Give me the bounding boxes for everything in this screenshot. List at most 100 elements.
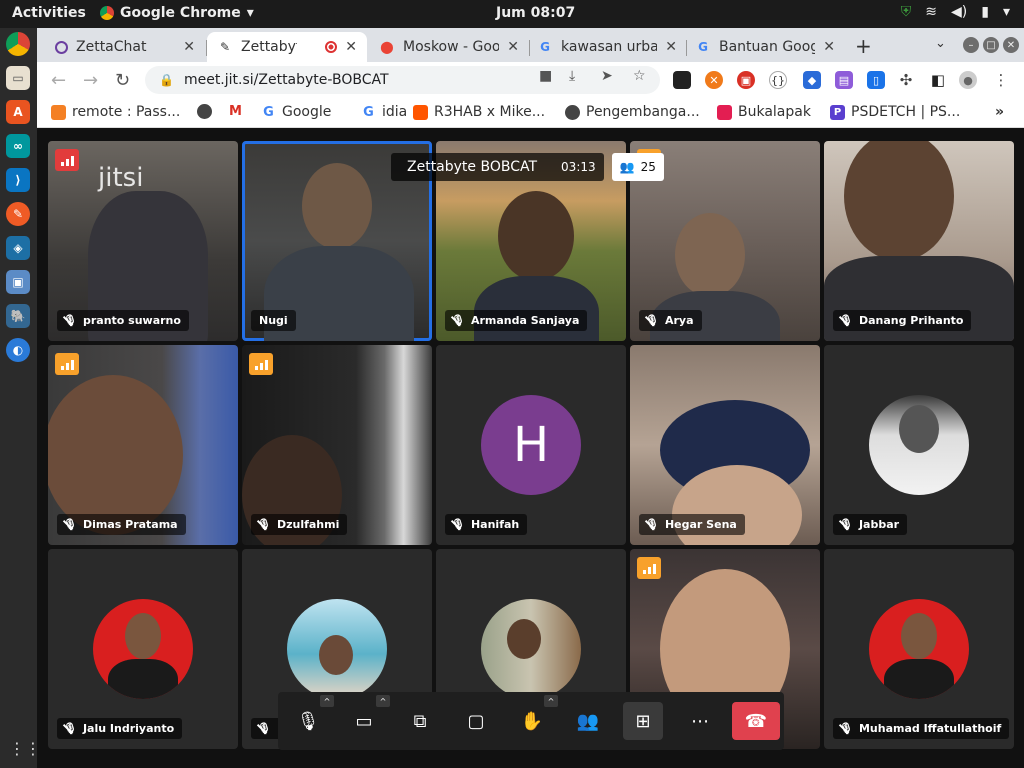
bookmark-item[interactable]: M <box>228 104 243 119</box>
tab-title: kawasan urban <box>561 39 657 55</box>
extension-docs-icon[interactable]: ▯ <box>867 71 885 89</box>
clock[interactable]: Jum 08:07 <box>496 5 575 21</box>
extension-black-icon[interactable] <box>673 71 691 89</box>
participant-tile[interactable]: jitsi 🎙 pranto suwarno <box>48 141 238 341</box>
lock-icon[interactable]: 🔒 <box>159 73 174 87</box>
more-options-icon[interactable]: ⋯ <box>680 702 720 740</box>
profile-avatar-icon[interactable]: ● <box>959 71 977 89</box>
tile-view-icon[interactable]: ⊞ <box>623 702 663 740</box>
mic-muted-icon: 🎙 <box>257 518 271 531</box>
extension-orange-icon[interactable]: ✕ <box>705 71 723 89</box>
chevron-down-icon[interactable]: ⌄ <box>935 36 946 51</box>
participant-name: Dzulfahmi <box>276 518 340 531</box>
bookmarks-overflow-button[interactable]: » <box>995 104 1004 120</box>
star-icon[interactable]: ☆ <box>633 68 646 84</box>
wifi-icon[interactable]: ≋ <box>925 4 937 20</box>
tab-kawasan-urban[interactable]: G kawasan urban ✕ <box>527 32 687 62</box>
system-tray[interactable]: ⛨ ≋ ◀) ▮ ▾ <box>901 4 1010 20</box>
vscode-launcher-icon[interactable]: ⟩ <box>6 168 30 192</box>
extension-purple-icon[interactable]: ▤ <box>835 71 853 89</box>
participants-icon[interactable]: 👥 <box>568 702 608 740</box>
meeting-stage: jitsi 🎙 pranto suwarno Nugi 🎙 Armanda Sanj… <box>37 129 1024 768</box>
mic-muted-icon: 🎙 <box>257 722 271 735</box>
raise-hand-icon[interactable]: ✋ <box>512 702 552 740</box>
extension-blue-icon[interactable]: ◆ <box>803 71 821 89</box>
connection-indicator-icon[interactable] <box>55 149 79 171</box>
minimize-icon[interactable]: – <box>963 37 979 53</box>
arduino-launcher-icon[interactable]: ∞ <box>6 134 30 158</box>
participant-tile[interactable]: 🎙 Hegar Sena <box>630 345 820 545</box>
bookmark-label: remote : Pass... <box>72 104 181 120</box>
send-icon[interactable]: ➤ <box>601 68 613 84</box>
close-icon[interactable]: ✕ <box>665 39 677 55</box>
close-icon[interactable]: ✕ <box>507 39 519 55</box>
bookmark-item[interactable]: Bukalapak <box>717 104 811 120</box>
shield-icon[interactable]: ⛨ <box>901 4 912 20</box>
workbench-launcher-icon[interactable]: ◈ <box>6 236 30 260</box>
participant-tile[interactable]: H 🎙 Hanifah <box>436 345 626 545</box>
connection-indicator-icon[interactable] <box>55 353 79 375</box>
tab-zettachat[interactable]: ZettaChat ✕ <box>45 32 205 62</box>
forward-icon[interactable]: → <box>83 70 98 91</box>
connection-indicator-icon[interactable] <box>249 353 273 375</box>
bookmark-item[interactable]: P PSDETCH | PS... <box>830 104 960 120</box>
hangup-icon[interactable]: ☎ <box>732 702 780 740</box>
camera-icon[interactable]: ▭ <box>344 702 384 740</box>
bookmark-item[interactable] <box>197 104 212 119</box>
maximize-icon[interactable]: □ <box>983 37 999 53</box>
camera-indicator-icon[interactable]: ■ <box>539 68 552 84</box>
address-bar-url[interactable]: meet.jit.si/Zettabyte-BOBCAT <box>184 72 389 88</box>
participant-tile[interactable]: 🎙 Jalu Indriyanto <box>48 549 238 749</box>
bookmark-item[interactable]: R3HAB x Mike... <box>413 104 545 120</box>
tab-zettabyte-bobcat[interactable]: ✎ Zettabyte-BOBCAT ✕ <box>207 32 367 62</box>
chrome-launcher-icon[interactable] <box>6 32 30 56</box>
screen-share-icon[interactable]: ⧉ <box>400 702 440 740</box>
participant-tile[interactable]: 🎙 Dzulfahmi <box>242 345 432 545</box>
postman-launcher-icon[interactable]: ✎ <box>6 202 30 226</box>
avatar-suit <box>884 659 954 699</box>
chat-icon[interactable]: ▢ <box>456 702 496 740</box>
extension-json-icon[interactable]: {} <box>769 71 787 89</box>
tab-moskow-maps[interactable]: ⬤ Moskow - Google Maps ✕ <box>369 32 529 62</box>
close-icon[interactable]: ✕ <box>345 39 357 55</box>
back-icon[interactable]: ← <box>51 70 66 91</box>
address-bar[interactable]: 🔒 meet.jit.si/Zettabyte-BOBCAT <box>145 66 660 94</box>
files-launcher-icon[interactable]: ▭ <box>6 66 30 90</box>
chevron-down-icon[interactable]: ▾ <box>1003 4 1010 20</box>
extension-red-icon[interactable]: ▣ <box>737 71 755 89</box>
bookmark-item[interactable]: G Google <box>261 104 331 120</box>
activities-button[interactable]: Activities <box>12 5 86 21</box>
participant-tile[interactable]: 🎙 Dimas Pratama <box>48 345 238 545</box>
postgres-launcher-icon[interactable]: 🐘 <box>6 304 30 328</box>
install-app-icon[interactable]: ⤓ <box>569 68 575 84</box>
close-icon[interactable]: ✕ <box>823 39 835 55</box>
virtualbox-launcher-icon[interactable]: ▣ <box>6 270 30 294</box>
tab-bantuan-google[interactable]: G Bantuan Google ✕ <box>685 32 845 62</box>
extensions-puzzle-icon[interactable]: ✣ <box>897 71 915 89</box>
software-launcher-icon[interactable]: A <box>6 100 30 124</box>
connection-indicator-icon[interactable] <box>637 557 661 579</box>
participant-tile[interactable]: 🎙 Muhamad Iffatullathoif <box>824 549 1014 749</box>
participant-tile[interactable]: 🎙 Jabbar <box>824 345 1014 545</box>
teams-launcher-icon[interactable]: ◐ <box>6 338 30 362</box>
bookmark-item[interactable]: G idia <box>361 104 407 120</box>
close-icon[interactable]: ✕ <box>183 39 195 55</box>
new-tab-icon[interactable]: + <box>855 34 872 58</box>
participant-name: Hegar Sena <box>664 518 737 531</box>
bookmark-item[interactable]: Pengembanga... <box>565 104 700 120</box>
bookmark-item[interactable]: remote : Pass... <box>51 104 180 120</box>
microphone-muted-icon[interactable]: 🎙 <box>288 702 328 740</box>
app-menu[interactable]: Google Chrome ▾ <box>100 5 254 21</box>
reload-icon[interactable]: ↻ <box>115 70 130 91</box>
mic-muted-icon: 🎙 <box>63 722 77 735</box>
side-panel-icon[interactable]: ◧ <box>929 71 947 89</box>
menu-kebab-icon[interactable]: ⋮ <box>992 71 1010 89</box>
avatar: H <box>481 395 581 495</box>
jitsi-logo[interactable]: jitsi <box>98 163 143 193</box>
meeting-subject[interactable]: Zettabyte BOBCAT <box>391 153 554 181</box>
participants-count-button[interactable]: 👥 25 <box>611 153 664 181</box>
volume-icon[interactable]: ◀) <box>951 4 967 20</box>
battery-icon[interactable]: ▮ <box>981 4 989 20</box>
participant-tile[interactable]: 🎙 Danang Prihanto <box>824 141 1014 341</box>
close-window-icon[interactable]: ✕ <box>1003 37 1019 53</box>
